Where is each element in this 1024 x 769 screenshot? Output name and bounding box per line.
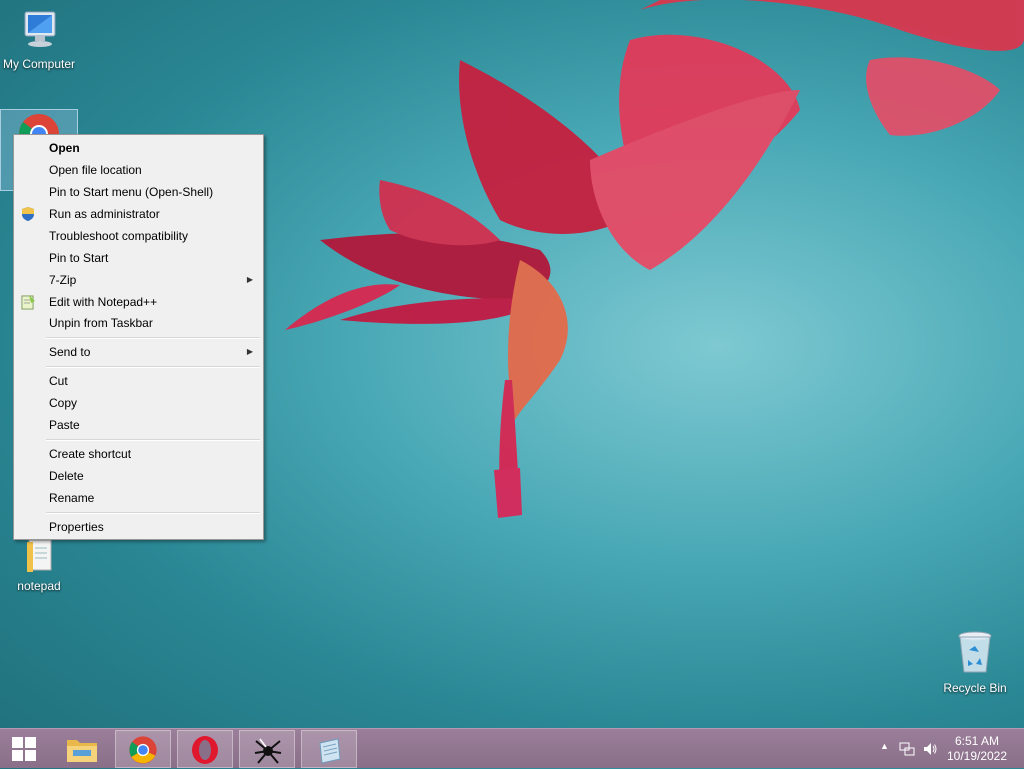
notepad-plus-plus-icon: [21, 295, 35, 310]
menu-item-rename[interactable]: Rename: [16, 487, 261, 509]
menu-item-paste[interactable]: Paste: [16, 414, 261, 436]
menu-item-label: Cut: [49, 374, 68, 388]
text-file-icon: [27, 539, 52, 572]
notepad-app-icon: [319, 738, 341, 764]
menu-item-open-file-location[interactable]: Open file location: [16, 159, 261, 181]
context-menu: Open Open file location Pin to Start men…: [13, 134, 264, 540]
menu-item-create-shortcut[interactable]: Create shortcut: [16, 443, 261, 465]
show-hidden-icons-icon[interactable]: ▲: [880, 741, 889, 751]
menu-item-label: Troubleshoot compatibility: [49, 229, 188, 243]
menu-item-unpin-from-taskbar[interactable]: Unpin from Taskbar: [16, 312, 261, 334]
menu-item-7zip[interactable]: 7-Zip ▶: [16, 269, 261, 291]
menu-item-label: Run as administrator: [49, 207, 160, 221]
clock-time: 6:51 AM: [954, 734, 1000, 748]
desktop-icon-label: Recycle Bin: [943, 681, 1007, 695]
computer-icon: [24, 11, 56, 47]
taskbar-app-notepad[interactable]: [301, 730, 357, 768]
taskbar: ▲ 6:51 AM 10/19/2022: [0, 728, 1024, 768]
menu-item-label: Pin to Start: [49, 251, 109, 265]
menu-item-properties[interactable]: Properties: [16, 516, 261, 538]
menu-item-label: Edit with Notepad++: [49, 295, 158, 309]
menu-item-copy[interactable]: Copy: [16, 392, 261, 414]
taskbar-file-explorer[interactable]: [53, 730, 109, 768]
menu-item-pin-start-menu-open-shell[interactable]: Pin to Start menu (Open-Shell): [16, 181, 261, 203]
submenu-arrow-icon: ▶: [246, 275, 253, 284]
clock-date: 10/19/2022: [946, 749, 1008, 763]
shield-icon: [22, 207, 34, 221]
menu-item-label: Send to: [49, 345, 91, 359]
taskbar-app-spider[interactable]: [239, 730, 295, 768]
volume-icon[interactable]: [922, 741, 938, 757]
recycle-bin-icon: [958, 631, 992, 673]
desktop-icon-label: My Computer: [2, 57, 76, 71]
desktop-icon-label: notepad: [17, 579, 61, 593]
spider-icon: [254, 738, 282, 764]
menu-item-open[interactable]: Open: [16, 137, 261, 159]
menu-item-run-as-administrator[interactable]: Run as administrator: [16, 203, 261, 225]
system-tray: ▲ 6:51 AM 10/19/2022: [864, 729, 1024, 769]
menu-item-troubleshoot-compatibility[interactable]: Troubleshoot compatibility: [16, 225, 261, 247]
folder-icon: [67, 740, 97, 762]
chrome-icon: [129, 736, 157, 764]
menu-item-label: Open: [49, 141, 80, 155]
menu-separator: [46, 366, 260, 368]
clock[interactable]: 6:51 AM 10/19/2022: [942, 734, 1012, 764]
menu-item-label: Properties: [49, 520, 104, 534]
menu-item-label: Rename: [49, 491, 95, 505]
menu-item-edit-with-notepad-plus-plus[interactable]: Edit with Notepad++: [16, 291, 261, 313]
menu-item-cut[interactable]: Cut: [16, 370, 261, 392]
desktop-icon-recycle-bin[interactable]: Recycle Bin: [937, 628, 1013, 700]
menu-item-send-to[interactable]: Send to ▶: [16, 341, 261, 363]
desktop-icon-my-computer[interactable]: My Computer: [1, 8, 77, 76]
menu-separator: [46, 439, 260, 441]
menu-item-label: 7-Zip: [49, 273, 77, 287]
taskbar-chrome[interactable]: [115, 730, 171, 768]
menu-separator: [46, 337, 260, 339]
windows-logo-icon: [12, 737, 36, 761]
menu-item-label: Open file location: [49, 163, 142, 177]
menu-item-label: Copy: [49, 396, 78, 410]
menu-separator: [46, 512, 260, 514]
menu-item-label: Pin to Start menu (Open-Shell): [49, 185, 214, 199]
submenu-arrow-icon: ▶: [246, 347, 253, 356]
desktop-icon-notepad[interactable]: notepad: [1, 538, 77, 596]
menu-item-label: Delete: [49, 469, 84, 483]
opera-icon: [192, 736, 218, 764]
menu-item-label: Paste: [49, 418, 80, 432]
network-icon[interactable]: [899, 741, 915, 757]
menu-item-delete[interactable]: Delete: [16, 465, 261, 487]
start-button[interactable]: [0, 730, 48, 768]
menu-item-pin-to-start[interactable]: Pin to Start: [16, 247, 261, 269]
menu-item-label: Unpin from Taskbar: [49, 316, 153, 330]
taskbar-opera[interactable]: [177, 730, 233, 768]
menu-item-label: Create shortcut: [49, 447, 132, 461]
